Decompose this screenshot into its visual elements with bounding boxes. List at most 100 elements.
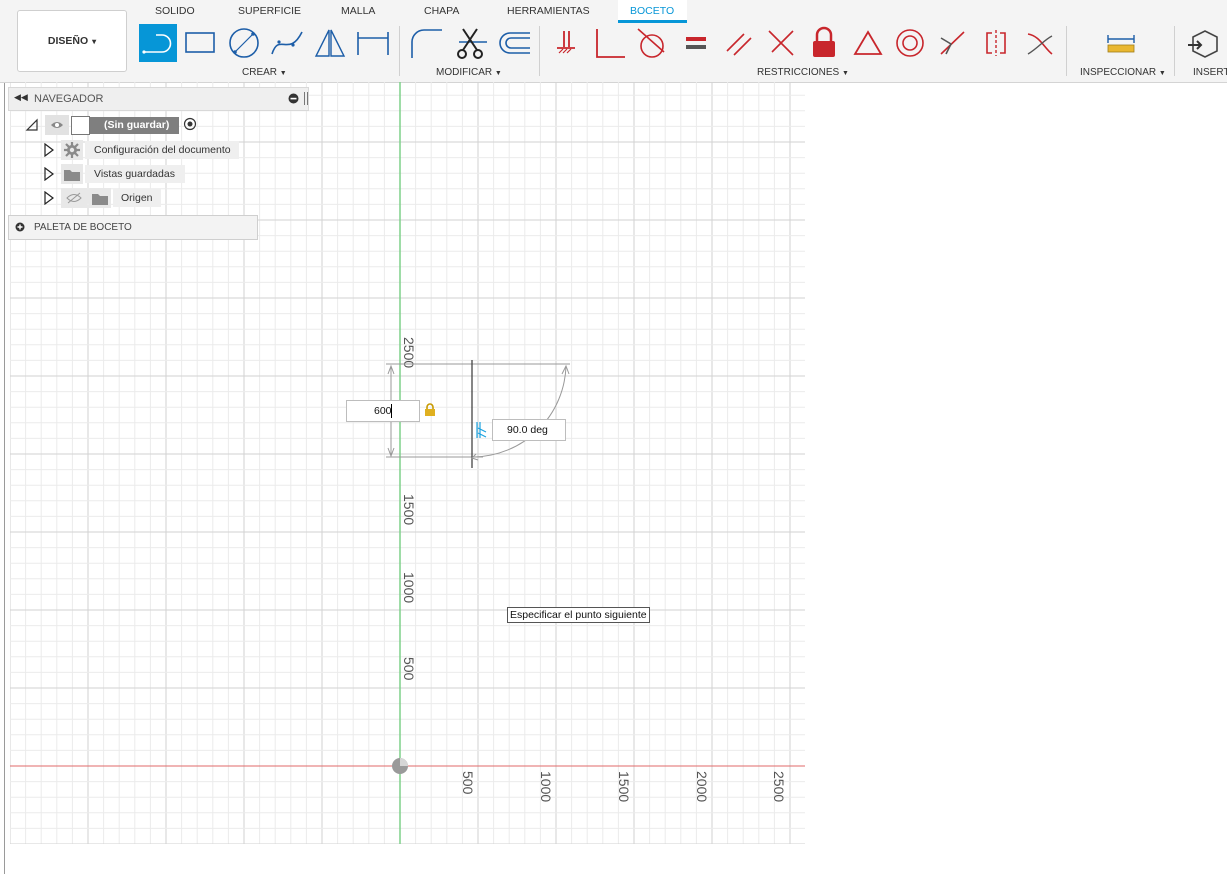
separator bbox=[399, 26, 400, 76]
nav-item-origin[interactable]: Origen bbox=[43, 188, 161, 208]
design-label: DISEÑO bbox=[47, 35, 89, 47]
eye-hidden-icon[interactable] bbox=[61, 188, 87, 208]
tab-chapa[interactable]: CHAPA bbox=[424, 5, 459, 17]
nav-item-document-settings[interactable]: Configuración del documento bbox=[43, 140, 239, 160]
insert-icon bbox=[1188, 30, 1218, 58]
angle-value: 90.0 deg bbox=[507, 424, 548, 436]
insert-tool-button[interactable] bbox=[1183, 24, 1221, 62]
rectangle-icon bbox=[185, 32, 215, 53]
tree-collapsed-icon[interactable] bbox=[43, 143, 55, 157]
perpendicular-icon bbox=[596, 29, 625, 58]
inspect-label: INSPECCIONAR bbox=[1080, 67, 1157, 78]
tree-collapsed-icon[interactable] bbox=[43, 167, 55, 181]
measure-tool-button[interactable] bbox=[1102, 24, 1140, 62]
x-tick-label: 2500 bbox=[771, 771, 787, 802]
equal-constraint-button[interactable] bbox=[677, 24, 715, 62]
chevron-down-icon: ▼ bbox=[1158, 70, 1166, 77]
tab-malla[interactable]: MALLA bbox=[341, 5, 375, 17]
lock-icon[interactable] bbox=[423, 403, 437, 420]
sketch-palette-panel[interactable]: PALETA DE BOCETO bbox=[8, 215, 258, 240]
ribbon-tabs: SOLIDO SUPERFICIE MALLA CHAPA HERRAMIENT… bbox=[0, 0, 1227, 23]
length-value: 600 bbox=[374, 405, 392, 417]
navigator-header: ◀◀ NAVEGADOR bbox=[8, 87, 309, 111]
length-input[interactable]: 600 bbox=[346, 400, 420, 422]
collapse-left-icon[interactable]: ◀◀ bbox=[14, 92, 28, 103]
midpoint-icon bbox=[940, 31, 965, 55]
tree-collapsed-icon[interactable] bbox=[43, 191, 55, 205]
nav-item-label[interactable]: Origen bbox=[113, 189, 161, 207]
offset-icon bbox=[499, 32, 530, 54]
chevron-down-icon: ▼ bbox=[279, 70, 287, 77]
y-tick-label: 500 bbox=[401, 657, 417, 681]
offset-tool-button[interactable] bbox=[495, 24, 533, 62]
collinear-constraint-button[interactable] bbox=[762, 24, 800, 62]
inspect-group-label[interactable]: INSPECCIONAR ▼ bbox=[1080, 67, 1166, 78]
constraints-label: RESTRICCIONES bbox=[757, 67, 840, 78]
active-tab-underline bbox=[618, 20, 687, 23]
symmetry-constraint-button[interactable] bbox=[977, 24, 1015, 62]
y-tick-label: 1000 bbox=[401, 572, 417, 603]
folder-icon bbox=[89, 188, 111, 208]
navigator-title: NAVEGADOR bbox=[34, 93, 104, 105]
modify-group-label[interactable]: MODIFICAR ▼ bbox=[436, 67, 502, 78]
origin-point[interactable] bbox=[392, 758, 408, 774]
constraints-group-label[interactable]: RESTRICCIONES ▼ bbox=[757, 67, 849, 78]
x-tick-label: 1500 bbox=[616, 771, 632, 802]
component-icon bbox=[71, 115, 90, 135]
x-tick-label: 2000 bbox=[694, 771, 710, 802]
root-component-label[interactable]: (Sin guardar) bbox=[90, 116, 180, 134]
fix-constraint-button[interactable] bbox=[805, 24, 843, 62]
minimize-icon[interactable] bbox=[288, 93, 299, 107]
create-group-label[interactable]: CREAR ▼ bbox=[242, 67, 287, 78]
tab-superficie[interactable]: SUPERFICIE bbox=[238, 5, 301, 17]
activate-radio-icon[interactable] bbox=[183, 117, 197, 134]
gear-icon bbox=[61, 140, 83, 160]
angle-input[interactable]: 90.0 deg bbox=[492, 419, 566, 441]
design-workspace-button[interactable]: DISEÑO ▾ bbox=[17, 10, 127, 72]
fillet-tool-button[interactable] bbox=[407, 24, 445, 62]
modify-label: MODIFICAR bbox=[436, 67, 493, 78]
dimension-icon bbox=[357, 32, 389, 55]
scissors-icon bbox=[457, 28, 487, 59]
midpoint-constraint-button[interactable] bbox=[933, 24, 971, 62]
x-tick-label: 500 bbox=[460, 771, 476, 795]
curvature-constraint-button[interactable] bbox=[1021, 24, 1059, 62]
chevron-down-icon: ▼ bbox=[842, 70, 849, 77]
horizontal-vertical-icon bbox=[557, 31, 575, 54]
root-component-row[interactable]: (Sin guardar) bbox=[25, 115, 197, 135]
dimension-tool-button[interactable] bbox=[354, 24, 392, 62]
chevron-down-icon: ▾ bbox=[92, 36, 97, 46]
window-left-border bbox=[4, 0, 5, 874]
perpendicular-constraint-button[interactable] bbox=[590, 24, 628, 62]
insert-group-label[interactable]: INSERT bbox=[1193, 67, 1227, 78]
tab-solido[interactable]: SOLIDO bbox=[155, 5, 195, 17]
concentric-icon bbox=[896, 29, 924, 57]
trim-tool-button[interactable] bbox=[452, 24, 490, 62]
tab-herramientas[interactable]: HERRAMIENTAS bbox=[507, 5, 590, 17]
next-point-tooltip: Especificar el punto siguiente bbox=[507, 607, 650, 623]
concentric-constraint-button[interactable] bbox=[891, 24, 929, 62]
line-tool-button[interactable] bbox=[139, 24, 177, 62]
nav-item-label[interactable]: Configuración del documento bbox=[85, 141, 239, 159]
coincident-constraint-button[interactable] bbox=[547, 24, 585, 62]
mirror-tool-button[interactable] bbox=[311, 24, 349, 62]
circle-icon bbox=[229, 28, 259, 58]
rectangle-tool-button[interactable] bbox=[181, 24, 219, 62]
tree-expanded-icon[interactable] bbox=[25, 118, 39, 132]
expand-plus-icon[interactable] bbox=[15, 222, 25, 235]
resize-handle-icon[interactable] bbox=[304, 92, 308, 105]
spline-tool-button[interactable] bbox=[268, 24, 306, 62]
separator bbox=[539, 26, 540, 76]
eye-icon[interactable] bbox=[45, 115, 69, 135]
ribbon-toolbar: SOLIDO SUPERFICIE MALLA CHAPA HERRAMIENT… bbox=[0, 0, 1227, 83]
nav-item-saved-views[interactable]: Vistas guardadas bbox=[43, 164, 185, 184]
parallel-constraint-button[interactable] bbox=[720, 24, 758, 62]
measure-ruler-icon bbox=[1107, 35, 1135, 53]
chevron-down-icon: ▼ bbox=[494, 70, 502, 77]
tangent-icon bbox=[637, 28, 665, 58]
circle-tool-button[interactable] bbox=[225, 24, 263, 62]
triangle-constraint-button[interactable] bbox=[849, 24, 887, 62]
tangent-constraint-button[interactable] bbox=[631, 24, 669, 62]
tab-boceto[interactable]: BOCETO bbox=[630, 5, 674, 17]
nav-item-label[interactable]: Vistas guardadas bbox=[85, 165, 185, 183]
